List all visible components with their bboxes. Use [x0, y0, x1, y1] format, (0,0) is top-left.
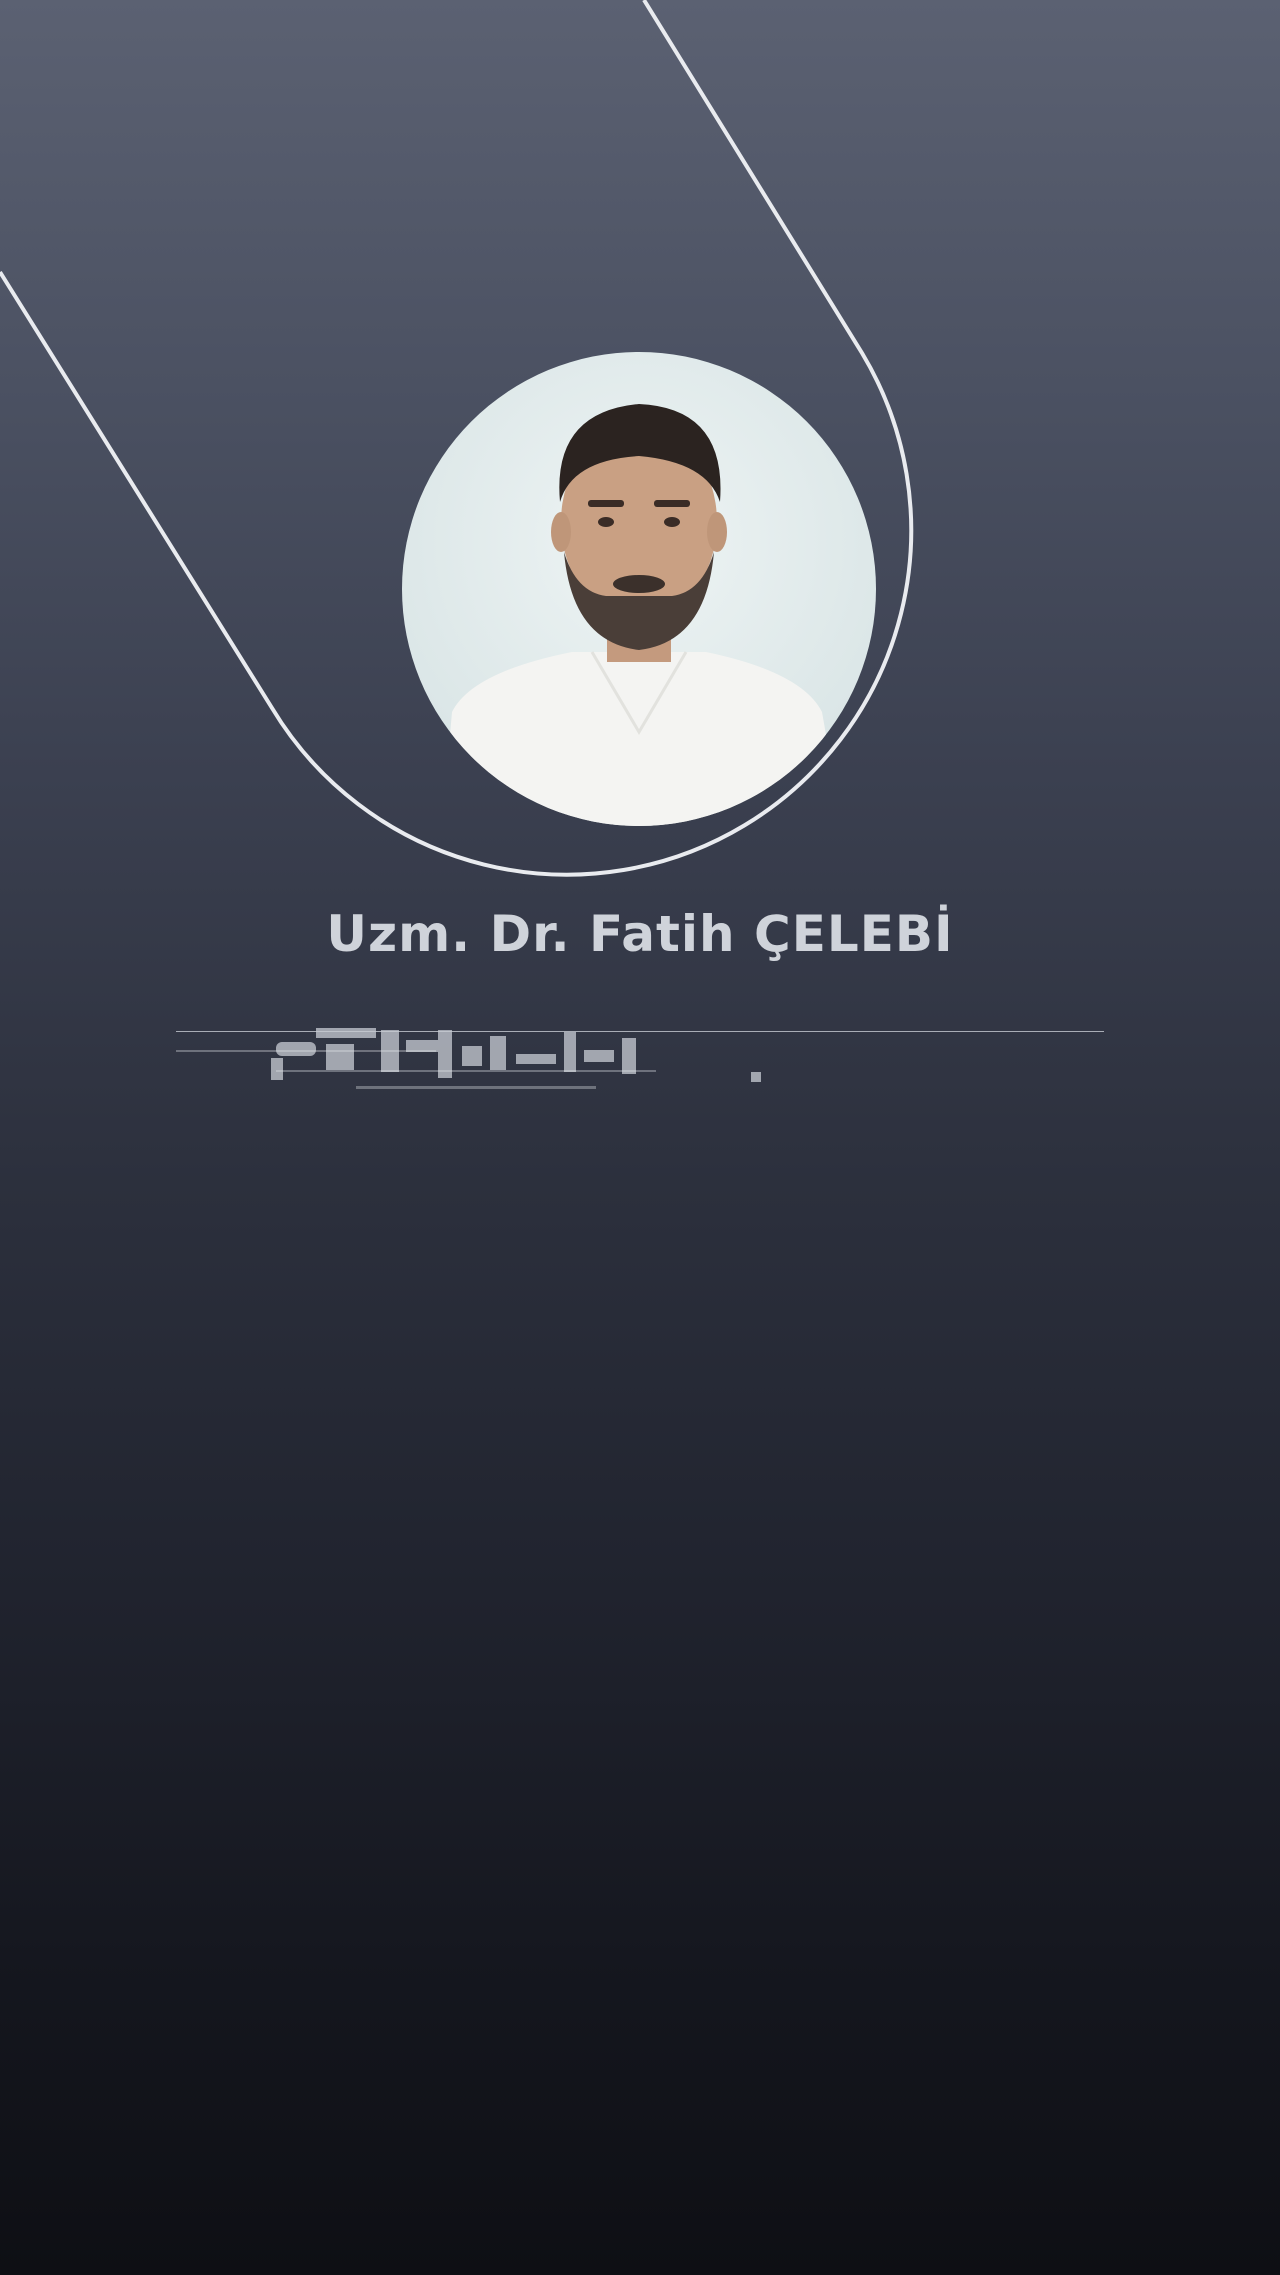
- doctor-photo: [402, 352, 876, 826]
- glitch-transition-text: [176, 1028, 761, 1089]
- doctor-portrait-icon: [402, 352, 876, 826]
- doctor-name: Uzm. Dr. Fatih ÇELEBİ: [326, 905, 954, 963]
- capsule-outline: [0, 0, 914, 877]
- intro-frame: Uzm. Dr. Fatih ÇELEBİ: [0, 0, 1280, 2275]
